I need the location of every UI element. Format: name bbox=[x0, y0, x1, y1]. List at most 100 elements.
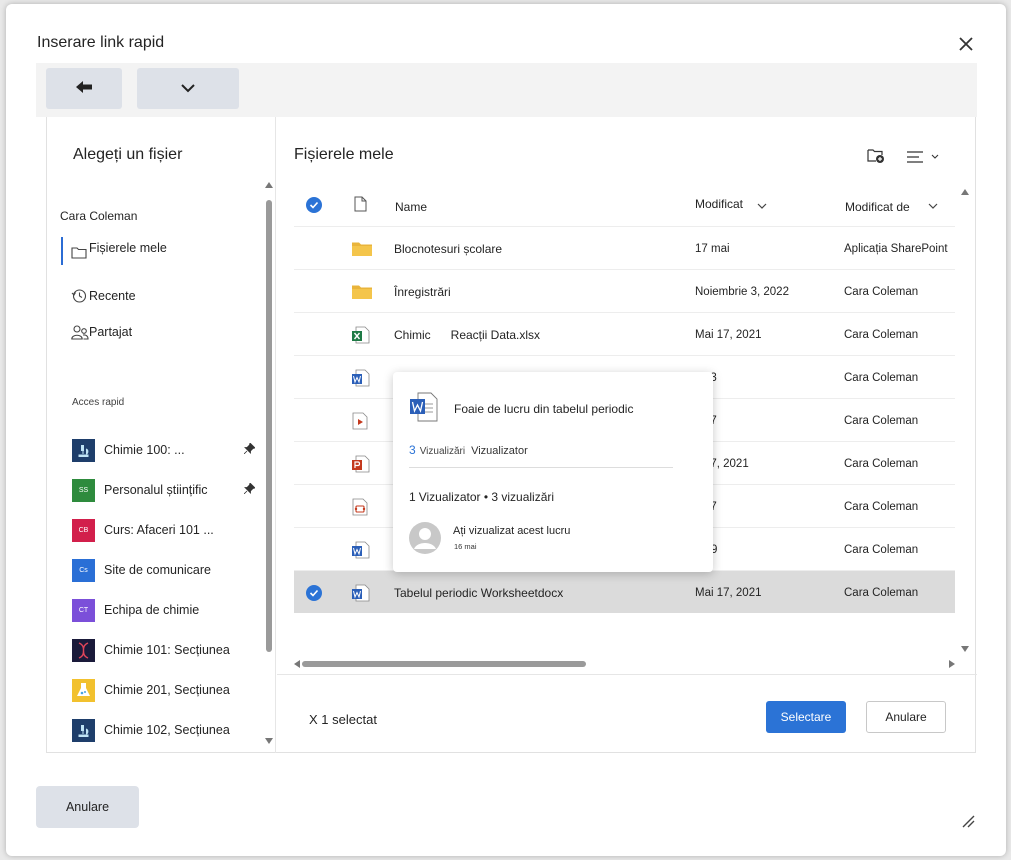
left-scrollbar[interactable] bbox=[264, 180, 274, 750]
dialog-cancel-button[interactable]: Anulare bbox=[36, 786, 139, 828]
arrow-left-icon bbox=[76, 80, 92, 98]
file-modified: Noiembrie 3, 2022 bbox=[695, 285, 789, 298]
file-modified: y 13 bbox=[695, 356, 835, 399]
folder-icon bbox=[352, 270, 376, 313]
quick-item-chimie-100[interactable]: Chimie 100: ... bbox=[72, 437, 256, 463]
column-modified[interactable]: Modificat bbox=[695, 197, 743, 211]
left-pane-title: Alegeți un fișier bbox=[73, 146, 183, 163]
word-file-icon bbox=[352, 356, 376, 399]
file-modified-by: Cara Coleman bbox=[844, 414, 919, 427]
nav-item-my-files[interactable]: Fișierele mele My files bbox=[61, 237, 251, 267]
viewer-date: 16 mai bbox=[454, 542, 477, 551]
views-label[interactable]: Vizualizări bbox=[420, 446, 465, 457]
file-modified-by: Cara Coleman bbox=[844, 543, 919, 556]
dialog-title: Inserare link rapid bbox=[37, 34, 165, 51]
quick-item-chimie-102[interactable]: Chimie 102, Secțiunea bbox=[72, 717, 247, 743]
nav-label: Partajat bbox=[89, 325, 133, 339]
quick-item-label: Echipa de chimie bbox=[104, 603, 200, 617]
history-icon bbox=[61, 288, 89, 304]
viewer-text: Ați vizualizat acest lucru bbox=[453, 525, 571, 537]
quick-item-label: Personalul științific bbox=[104, 483, 208, 497]
nav-item-shared[interactable]: Partajat bbox=[61, 317, 251, 347]
table-row-selected[interactable]: Tabelul periodic Worksheetdocx Mai 17, 2… bbox=[294, 571, 955, 613]
file-modified-by: Cara Coleman bbox=[844, 285, 919, 298]
site-icon: Cs bbox=[72, 558, 95, 582]
file-modified-by: Cara Coleman bbox=[844, 586, 919, 599]
file-name: Chimic Reacții Data.xlsx bbox=[394, 327, 541, 342]
pin-icon[interactable] bbox=[243, 442, 256, 457]
right-pane-title: Fișierele mele bbox=[294, 146, 394, 163]
viewer-label[interactable]: Vizualizator bbox=[471, 445, 528, 457]
video-file-icon bbox=[352, 399, 376, 442]
column-modified-by[interactable]: Modificat de bbox=[845, 200, 910, 214]
file-info-popover: Foaie de lucru din tabelul periodic 3 Vi… bbox=[393, 372, 713, 572]
quick-item-label: Chimie 100: ... bbox=[104, 443, 185, 457]
quick-item-chimie-201[interactable]: Chimie 201, Secțiunea bbox=[72, 677, 247, 703]
table-horizontal-scrollbar[interactable] bbox=[294, 657, 955, 671]
select-button[interactable]: Selectare bbox=[766, 701, 846, 733]
site-icon: CB bbox=[72, 518, 95, 542]
close-icon[interactable] bbox=[954, 32, 978, 56]
table-row[interactable]: Înregistrări Noiembrie 3, 2022 Cara Cole… bbox=[294, 270, 955, 313]
table-header: Name Modificat Modificat de bbox=[294, 183, 955, 227]
popover-divider bbox=[409, 467, 673, 468]
table-row[interactable]: Blocnotesuri școlare 17 mai Aplicația Sh… bbox=[294, 227, 955, 270]
nav-item-recent[interactable]: Recente bbox=[61, 281, 251, 311]
popover-summary: 1 Vizualizator • 3 vizualizări bbox=[409, 490, 554, 504]
word-file-icon bbox=[410, 392, 438, 427]
popover-file-name: Foaie de lucru din tabelul periodic bbox=[454, 402, 634, 416]
file-modified-by: Cara Coleman bbox=[844, 500, 919, 513]
new-folder-icon[interactable] bbox=[867, 147, 885, 168]
picker-cancel-button[interactable]: Anulare bbox=[866, 701, 946, 733]
file-name: Tabelul periodic Worksheetdocx bbox=[394, 585, 564, 600]
summary-count: 1 bbox=[409, 490, 416, 504]
quick-item-label: Site de comunicare bbox=[104, 563, 212, 577]
pin-icon[interactable] bbox=[243, 482, 256, 497]
file-modified: y 17 bbox=[695, 399, 835, 442]
select-all-checkbox[interactable] bbox=[306, 183, 326, 227]
quick-access-label: Acces rapid bbox=[72, 397, 125, 408]
excel-file-icon bbox=[352, 313, 376, 356]
sort-icon[interactable] bbox=[907, 150, 941, 168]
dropdown-button[interactable] bbox=[137, 68, 239, 109]
chevron-down-icon bbox=[181, 80, 195, 98]
file-modified: e 19 bbox=[695, 528, 835, 571]
views-count: 3 bbox=[409, 443, 416, 457]
folder-icon bbox=[61, 246, 89, 259]
resize-grip-icon[interactable] bbox=[961, 814, 975, 833]
word-file-icon bbox=[352, 571, 376, 613]
microscope-icon bbox=[72, 438, 95, 462]
row-checkbox[interactable] bbox=[306, 571, 326, 613]
site-icon: SS bbox=[72, 478, 95, 502]
file-modified: Mai 17, 2021 bbox=[695, 328, 762, 341]
nav-label: Recente bbox=[89, 289, 136, 303]
table-row[interactable]: Chimic Reacții Data.xlsx Mai 17, 2021 Ca… bbox=[294, 313, 955, 356]
selection-count[interactable]: X 1 selectat bbox=[309, 712, 377, 727]
quick-item-label: Chimie 101: Secțiunea bbox=[104, 643, 230, 657]
quick-item-label: Chimie 201, Secțiunea bbox=[104, 683, 230, 697]
column-name[interactable]: Name bbox=[395, 200, 427, 214]
file-modified: y 17, 2021 bbox=[695, 457, 749, 470]
chevron-down-icon[interactable] bbox=[928, 199, 938, 213]
quick-item-curs[interactable]: CB Curs: Afaceri 101 ... bbox=[72, 517, 247, 543]
back-button[interactable] bbox=[46, 68, 122, 109]
people-icon bbox=[61, 324, 89, 340]
chevron-down-icon[interactable] bbox=[757, 199, 767, 213]
file-modified-by: Aplicația SharePoint bbox=[844, 242, 948, 255]
file-modified-by: Cara Coleman bbox=[844, 328, 919, 341]
quick-item-chimie-101[interactable]: Chimie 101: Secțiunea bbox=[72, 637, 247, 663]
footer-divider bbox=[277, 674, 977, 675]
file-modified: Mai 17, 2021 bbox=[695, 586, 762, 599]
table-vertical-scrollbar[interactable] bbox=[960, 187, 970, 657]
quick-item-personalul[interactable]: SS Personalul științific bbox=[72, 477, 256, 503]
file-modified-by: Cara Coleman bbox=[844, 371, 919, 384]
popover-views-row: 3 Vizualizări Vizualizator bbox=[409, 443, 528, 457]
summary-text: Vizualizator • 3 vizualizări bbox=[418, 490, 555, 504]
site-icon: CT bbox=[72, 598, 95, 622]
nav-label: Fișierele mele bbox=[89, 241, 167, 255]
quick-item-echipa[interactable]: CT Echipa de chimie bbox=[72, 597, 247, 623]
file-name: Înregistrări bbox=[394, 284, 451, 299]
quick-item-site-comunicare[interactable]: Cs Site de comunicare bbox=[72, 557, 247, 583]
powerpoint-file-icon bbox=[352, 442, 376, 485]
microscope-icon bbox=[72, 718, 95, 742]
